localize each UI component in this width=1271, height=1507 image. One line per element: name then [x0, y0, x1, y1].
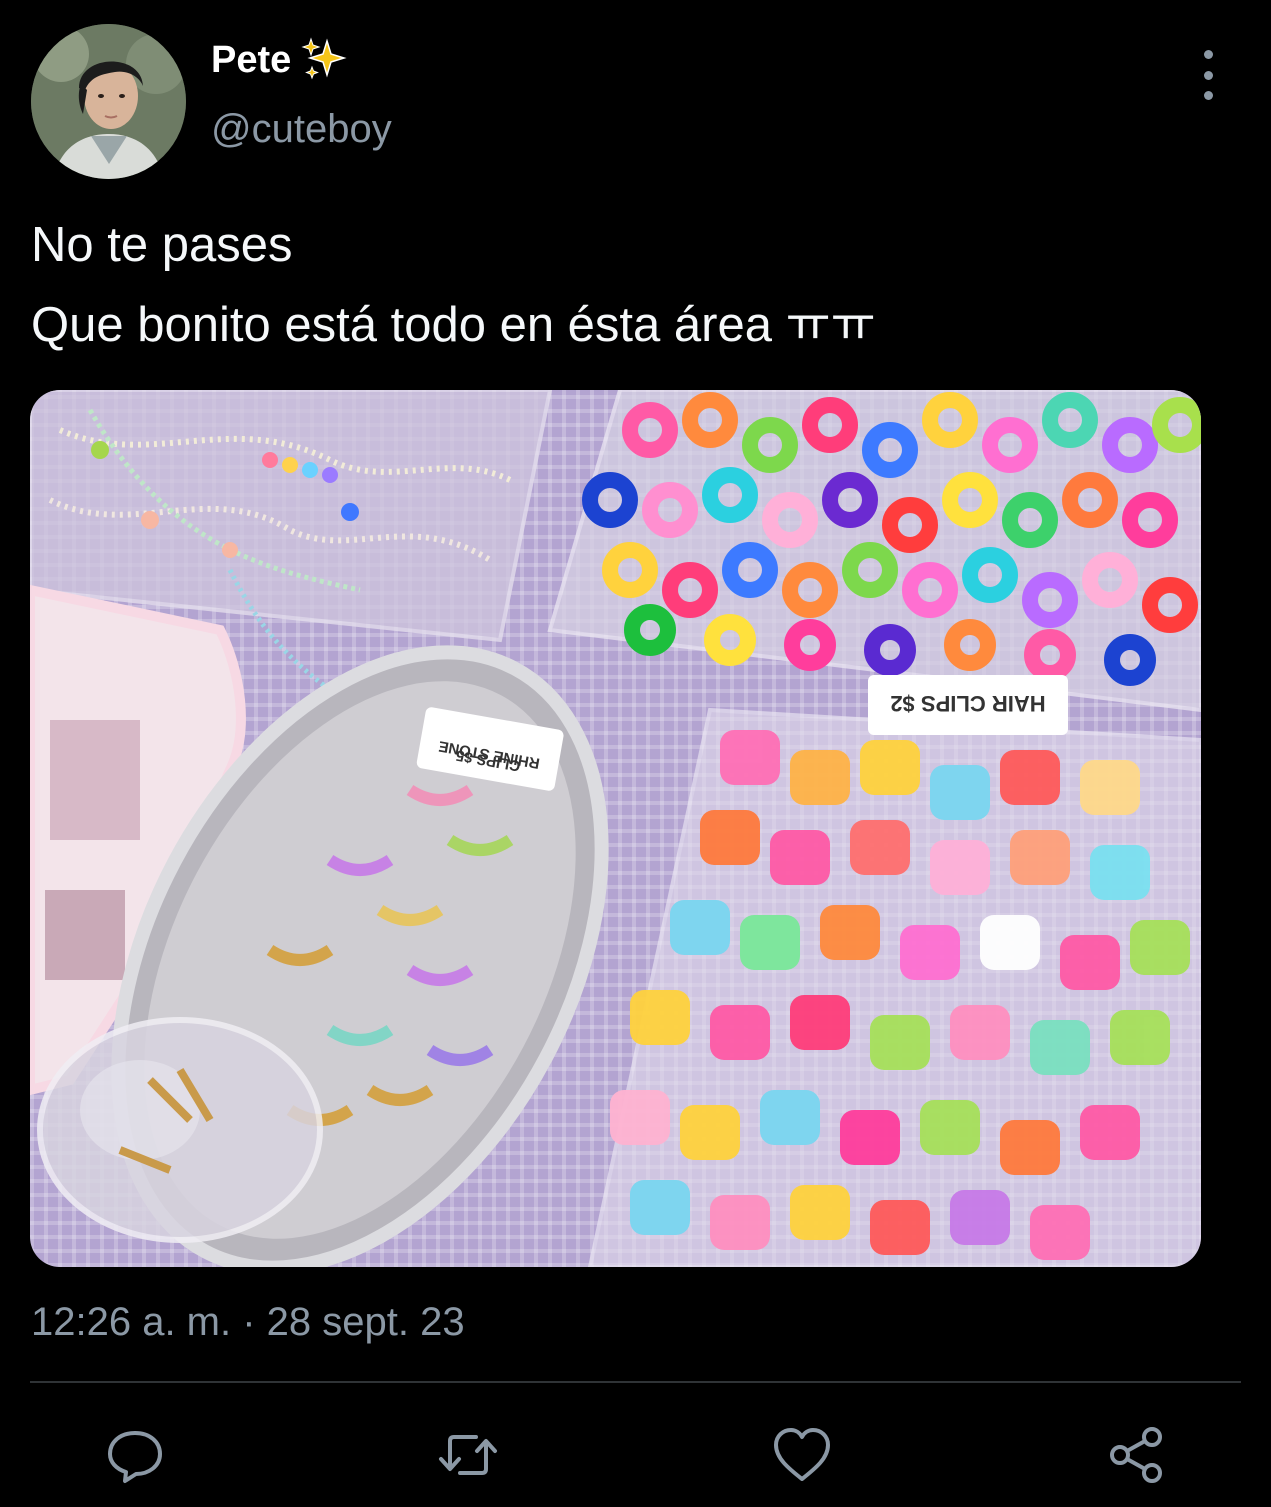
accessories-photo: RHINE STONE CLIPS $5 HAIR CLIPS $2	[30, 390, 1201, 1267]
tweet-timestamp[interactable]: 12:26 a. m. · 28 sept. 23	[31, 1296, 465, 1348]
display-name[interactable]: Pete	[211, 36, 347, 84]
display-name-text: Pete	[211, 39, 292, 81]
tweet-card: Pete @cuteboy No te pases Que bonito est…	[0, 0, 1271, 1507]
share-button[interactable]	[1102, 1420, 1172, 1490]
sparkles-icon	[301, 37, 347, 83]
like-icon	[774, 1428, 830, 1481]
tweet-text: No te pases Que bonito está todo en ésta…	[31, 205, 876, 365]
tweet-photo[interactable]: RHINE STONE CLIPS $5 HAIR CLIPS $2	[30, 390, 1201, 1267]
more-icon-dot	[1203, 50, 1213, 59]
avatar-image	[31, 24, 186, 179]
more-options-button[interactable]	[1188, 50, 1228, 100]
like-button[interactable]	[767, 1420, 837, 1490]
retweet-button[interactable]	[433, 1420, 503, 1490]
retweet-icon	[439, 1435, 497, 1475]
avatar[interactable]	[31, 24, 186, 179]
more-icon-dot	[1203, 91, 1213, 100]
reply-icon	[108, 1431, 162, 1483]
share-icon	[1110, 1427, 1162, 1483]
sign-hair-clips: HAIR CLIPS $2	[890, 691, 1045, 716]
divider	[30, 1381, 1241, 1383]
more-icon-dot	[1203, 70, 1213, 80]
tweet-text-line: Que bonito está todo en ésta área ㅠㅠ	[31, 298, 876, 352]
reply-button[interactable]	[100, 1420, 170, 1490]
tweet-text-line: No te pases	[31, 218, 293, 272]
user-handle[interactable]: @cuteboy	[211, 104, 392, 154]
